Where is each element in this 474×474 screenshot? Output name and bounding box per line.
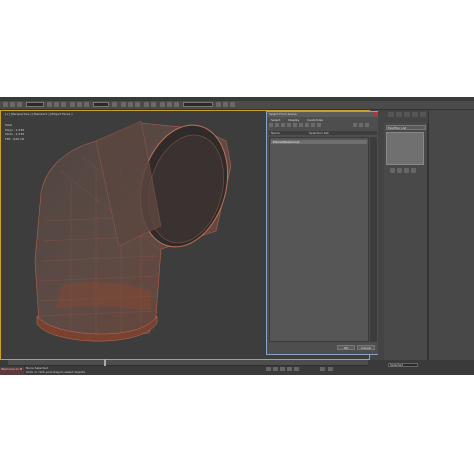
display-tab-icon[interactable]: [420, 112, 426, 117]
list-scrollbar[interactable]: [370, 137, 377, 342]
show-end-result-icon[interactable]: [397, 168, 402, 173]
menu-display[interactable]: Display: [288, 118, 299, 122]
pin-stack-icon[interactable]: [390, 168, 395, 173]
mirror-icon[interactable]: [144, 102, 149, 107]
go-to-end-icon[interactable]: [294, 367, 299, 371]
right-panel-strip: [428, 110, 474, 360]
modifier-stack-tools: [388, 168, 418, 174]
undo-icon[interactable]: [3, 102, 8, 107]
app-window: [+] [Perspective ] [Standard ] [Edged Fa…: [0, 97, 474, 375]
region-select-icon[interactable]: [61, 102, 66, 107]
modifier-stack-preview[interactable]: [386, 132, 424, 165]
filter-shapes-icon[interactable]: [275, 123, 279, 127]
cancel-button[interactable]: Cancel: [357, 345, 375, 350]
dialog-title: Select From Scene: [267, 112, 379, 117]
percent-snap-icon[interactable]: [135, 102, 140, 107]
filter-helpers-icon[interactable]: [293, 123, 297, 127]
set-key-icon[interactable]: [328, 367, 333, 371]
time-slider-thumb[interactable]: [104, 359, 106, 366]
select-all-icon[interactable]: [353, 123, 357, 127]
menu-select[interactable]: Select: [271, 118, 280, 122]
reference-coordinate-dropdown[interactable]: [93, 102, 109, 107]
angle-snap-icon[interactable]: [128, 102, 133, 107]
main-toolbar: [0, 101, 474, 110]
timeline-area: Welcome to M None Selected Click or clic…: [0, 359, 474, 375]
modifier-list-dropdown[interactable]: Modifier List: [386, 125, 426, 130]
select-from-scene-dialog: Select From Scene Select Display Customi…: [266, 111, 380, 355]
rotate-icon[interactable]: [77, 102, 82, 107]
select-invert-icon[interactable]: [365, 123, 369, 127]
filter-groups-icon[interactable]: [305, 123, 309, 127]
select-none-icon[interactable]: [359, 123, 363, 127]
hierarchy-tab-icon[interactable]: [404, 112, 410, 117]
filter-geometry-icon[interactable]: [269, 123, 273, 127]
dialog-toolbar: [269, 123, 377, 129]
modify-tab-icon[interactable]: [396, 112, 402, 117]
next-frame-icon[interactable]: [287, 367, 292, 371]
filter-cameras-icon[interactable]: [287, 123, 291, 127]
modify-panel: Modifier List: [384, 123, 428, 363]
move-icon[interactable]: [70, 102, 75, 107]
status-prompt: Click or click-and-drag to select object…: [26, 370, 86, 374]
key-filter-field[interactable]: Selected: [388, 363, 418, 367]
snap-toggle-icon[interactable]: [121, 102, 126, 107]
column-selection-set[interactable]: Selection Set: [309, 131, 329, 135]
dialog-menu: Select Display Customize: [271, 118, 330, 122]
material-editor-icon[interactable]: [216, 102, 221, 107]
schematic-view-icon[interactable]: [174, 102, 179, 107]
list-header: Name Selection Set: [269, 131, 377, 135]
maxscript-listener[interactable]: Welcome to M: [0, 367, 24, 375]
scale-icon[interactable]: [84, 102, 89, 107]
menu-customize[interactable]: Customize: [307, 118, 323, 122]
make-unique-icon[interactable]: [404, 168, 409, 173]
named-selection-dropdown[interactable]: [183, 102, 213, 107]
align-icon[interactable]: [151, 102, 156, 107]
ok-button[interactable]: OK: [337, 345, 355, 350]
list-item[interactable]: Elbow/Pipe/Group: [271, 140, 367, 144]
column-name[interactable]: Name: [271, 131, 280, 135]
filter-lights-icon[interactable]: [281, 123, 285, 127]
filter-xrefs-icon[interactable]: [311, 123, 315, 127]
create-tab-icon[interactable]: [388, 112, 394, 117]
animation-controls: [260, 366, 370, 374]
filter-bones-icon[interactable]: [317, 123, 321, 127]
go-to-start-icon[interactable]: [266, 367, 271, 371]
auto-key-icon[interactable]: [320, 367, 325, 371]
select-object-icon[interactable]: [47, 102, 52, 107]
remove-modifier-icon[interactable]: [411, 168, 416, 173]
pivot-icon[interactable]: [112, 102, 117, 107]
curve-editor-icon[interactable]: [167, 102, 172, 107]
layer-manager-icon[interactable]: [160, 102, 165, 107]
selection-filter-dropdown[interactable]: [26, 102, 44, 107]
scene-object-list[interactable]: Elbow/Pipe/Group: [269, 137, 369, 342]
link-icon[interactable]: [17, 102, 22, 107]
motion-tab-icon[interactable]: [412, 112, 418, 117]
redo-icon[interactable]: [10, 102, 15, 107]
render-icon[interactable]: [230, 102, 235, 107]
filter-spacewarps-icon[interactable]: [299, 123, 303, 127]
render-setup-icon[interactable]: [223, 102, 228, 107]
select-by-name-icon[interactable]: [54, 102, 59, 107]
play-icon[interactable]: [280, 367, 285, 371]
previous-frame-icon[interactable]: [273, 367, 278, 371]
